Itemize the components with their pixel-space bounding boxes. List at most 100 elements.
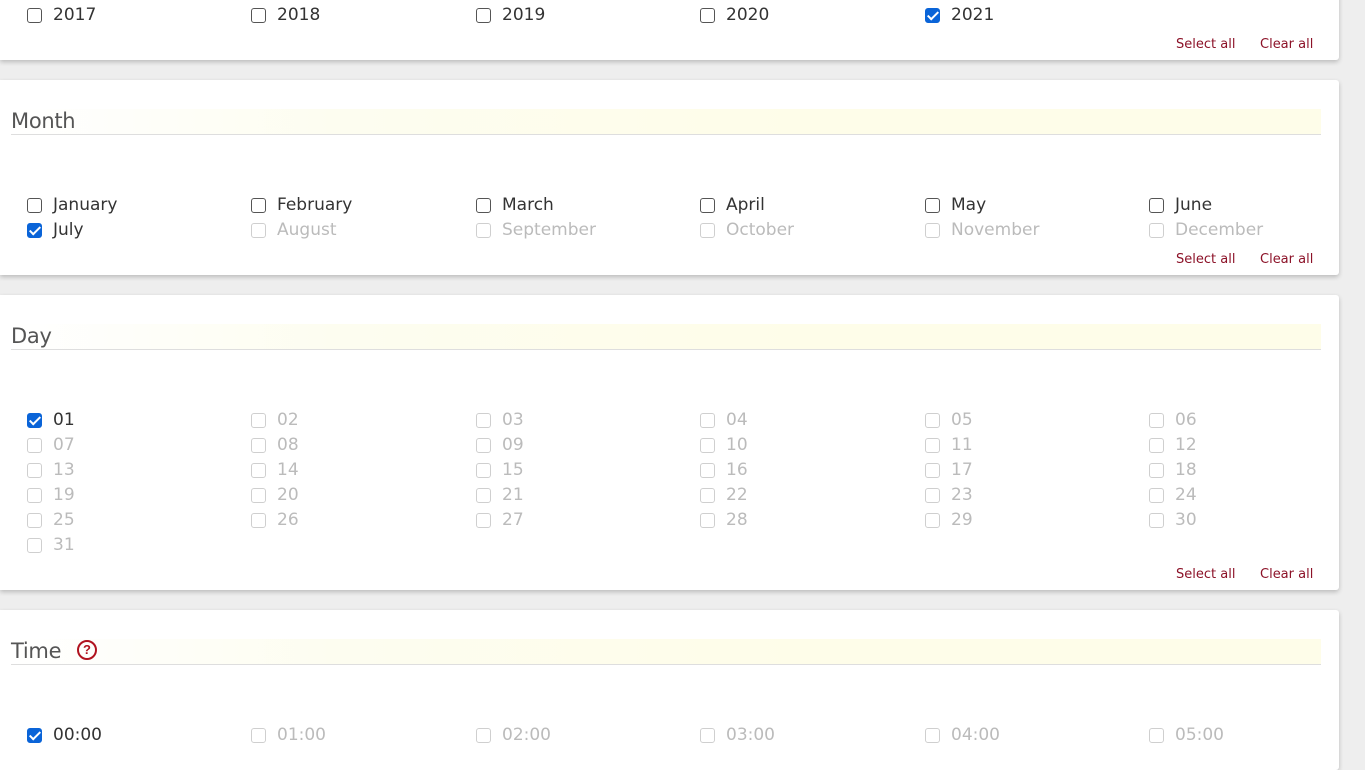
day-checkbox bbox=[27, 487, 42, 503]
day-option-label: 26 bbox=[277, 510, 299, 530]
month-checkbox bbox=[700, 222, 715, 238]
month-option[interactable]: January bbox=[27, 194, 117, 216]
day-checkbox bbox=[925, 487, 940, 503]
time-checkbox bbox=[1149, 727, 1164, 743]
day-option-label: 21 bbox=[502, 485, 524, 505]
year-option-label: 2017 bbox=[53, 5, 97, 25]
year-clear-all-link[interactable]: Clear all bbox=[1260, 37, 1313, 52]
day-option: 14 bbox=[251, 459, 299, 481]
day-option-label: 05 bbox=[951, 410, 973, 430]
day-checkbox bbox=[251, 462, 266, 478]
day-title-bar: Day bbox=[11, 324, 1321, 350]
day-filter-card: Day 01 02 03 04 05 06 07 08 09 10 11 12 13 14 15 16 17 18… bbox=[0, 295, 1339, 590]
day-checkbox[interactable] bbox=[27, 412, 42, 428]
year-checkbox[interactable] bbox=[700, 7, 715, 23]
month-option[interactable]: April bbox=[700, 194, 765, 216]
day-option: 30 bbox=[1149, 509, 1197, 531]
month-checkbox[interactable] bbox=[27, 197, 42, 213]
month-checkbox[interactable] bbox=[700, 197, 715, 213]
day-option-label: 02 bbox=[277, 410, 299, 430]
day-option-label: 09 bbox=[502, 435, 524, 455]
time-checkbox[interactable] bbox=[27, 727, 42, 743]
day-option-label: 10 bbox=[726, 435, 748, 455]
month-option[interactable]: June bbox=[1149, 194, 1212, 216]
time-option[interactable]: 00:00 bbox=[27, 724, 102, 746]
month-option-label: January bbox=[53, 195, 118, 215]
day-checkbox bbox=[27, 537, 42, 553]
time-checkbox bbox=[251, 727, 266, 743]
day-option: 25 bbox=[27, 509, 75, 531]
year-option[interactable]: 2017 bbox=[27, 4, 96, 26]
month-option[interactable]: March bbox=[476, 194, 554, 216]
month-option-label: March bbox=[502, 195, 554, 215]
day-option-label: 24 bbox=[1175, 485, 1197, 505]
day-checkbox bbox=[700, 487, 715, 503]
day-option[interactable]: 01 bbox=[27, 409, 75, 431]
year-select-all-link[interactable]: Select all bbox=[1176, 37, 1235, 52]
day-option: 10 bbox=[700, 434, 748, 456]
day-option-label: 27 bbox=[502, 510, 524, 530]
year-checkbox[interactable] bbox=[27, 7, 42, 23]
day-option: 05 bbox=[925, 409, 973, 431]
year-checkbox[interactable] bbox=[251, 7, 266, 23]
day-clear-all-link[interactable]: Clear all bbox=[1260, 567, 1313, 582]
day-checkbox bbox=[700, 412, 715, 428]
month-filter-card: Month January February March April May June Ju… bbox=[0, 80, 1339, 275]
month-checkbox[interactable] bbox=[925, 197, 940, 213]
day-option-label: 06 bbox=[1175, 410, 1197, 430]
month-title-bar: Month bbox=[11, 109, 1321, 135]
day-option: 11 bbox=[925, 434, 973, 456]
time-checkbox bbox=[925, 727, 940, 743]
year-option[interactable]: 2019 bbox=[476, 4, 545, 26]
day-option-label: 18 bbox=[1175, 460, 1197, 480]
year-checkbox[interactable] bbox=[476, 7, 491, 23]
question-circle-icon[interactable]: ? bbox=[77, 640, 97, 660]
day-option-label: 08 bbox=[277, 435, 299, 455]
month-checkbox[interactable] bbox=[27, 222, 42, 238]
day-option-label: 17 bbox=[951, 460, 973, 480]
month-checkbox[interactable] bbox=[476, 197, 491, 213]
month-option-label: December bbox=[1175, 220, 1264, 240]
day-checkbox bbox=[925, 462, 940, 478]
day-option: 26 bbox=[251, 509, 299, 531]
day-option: 27 bbox=[476, 509, 524, 531]
time-option: 05:00 bbox=[1149, 724, 1224, 746]
day-option: 02 bbox=[251, 409, 299, 431]
year-checkbox[interactable] bbox=[925, 7, 940, 23]
day-option: 22 bbox=[700, 484, 748, 506]
day-checkbox bbox=[1149, 412, 1164, 428]
day-checkbox bbox=[1149, 462, 1164, 478]
day-option-label: 07 bbox=[53, 435, 75, 455]
month-checkbox[interactable] bbox=[251, 197, 266, 213]
day-option: 31 bbox=[27, 534, 75, 556]
month-checkbox bbox=[925, 222, 940, 238]
month-checkbox bbox=[251, 222, 266, 238]
day-option-label: 12 bbox=[1175, 435, 1197, 455]
month-option-label: April bbox=[726, 195, 765, 215]
day-select-all-link[interactable]: Select all bbox=[1176, 567, 1235, 582]
month-section-title: Month bbox=[11, 109, 76, 133]
day-checkbox bbox=[251, 412, 266, 428]
year-option[interactable]: 2020 bbox=[700, 4, 769, 26]
time-title-bar: Time ? bbox=[11, 639, 1321, 665]
day-option: 29 bbox=[925, 509, 973, 531]
day-option-label: 04 bbox=[726, 410, 748, 430]
day-option: 07 bbox=[27, 434, 75, 456]
day-checkbox bbox=[27, 437, 42, 453]
year-option[interactable]: 2021 bbox=[925, 4, 994, 26]
month-option[interactable]: May bbox=[925, 194, 986, 216]
day-option: 06 bbox=[1149, 409, 1197, 431]
month-checkbox[interactable] bbox=[1149, 197, 1164, 213]
month-option[interactable]: February bbox=[251, 194, 352, 216]
time-option-label: 00:00 bbox=[53, 725, 102, 745]
day-option: 04 bbox=[700, 409, 748, 431]
month-option[interactable]: July bbox=[27, 219, 84, 241]
year-option[interactable]: 2018 bbox=[251, 4, 320, 26]
day-option-label: 11 bbox=[951, 435, 973, 455]
month-select-all-link[interactable]: Select all bbox=[1176, 252, 1235, 267]
day-option: 21 bbox=[476, 484, 524, 506]
day-option-label: 20 bbox=[277, 485, 299, 505]
month-clear-all-link[interactable]: Clear all bbox=[1260, 252, 1313, 267]
month-option: November bbox=[925, 219, 1039, 241]
day-checkbox bbox=[1149, 512, 1164, 528]
